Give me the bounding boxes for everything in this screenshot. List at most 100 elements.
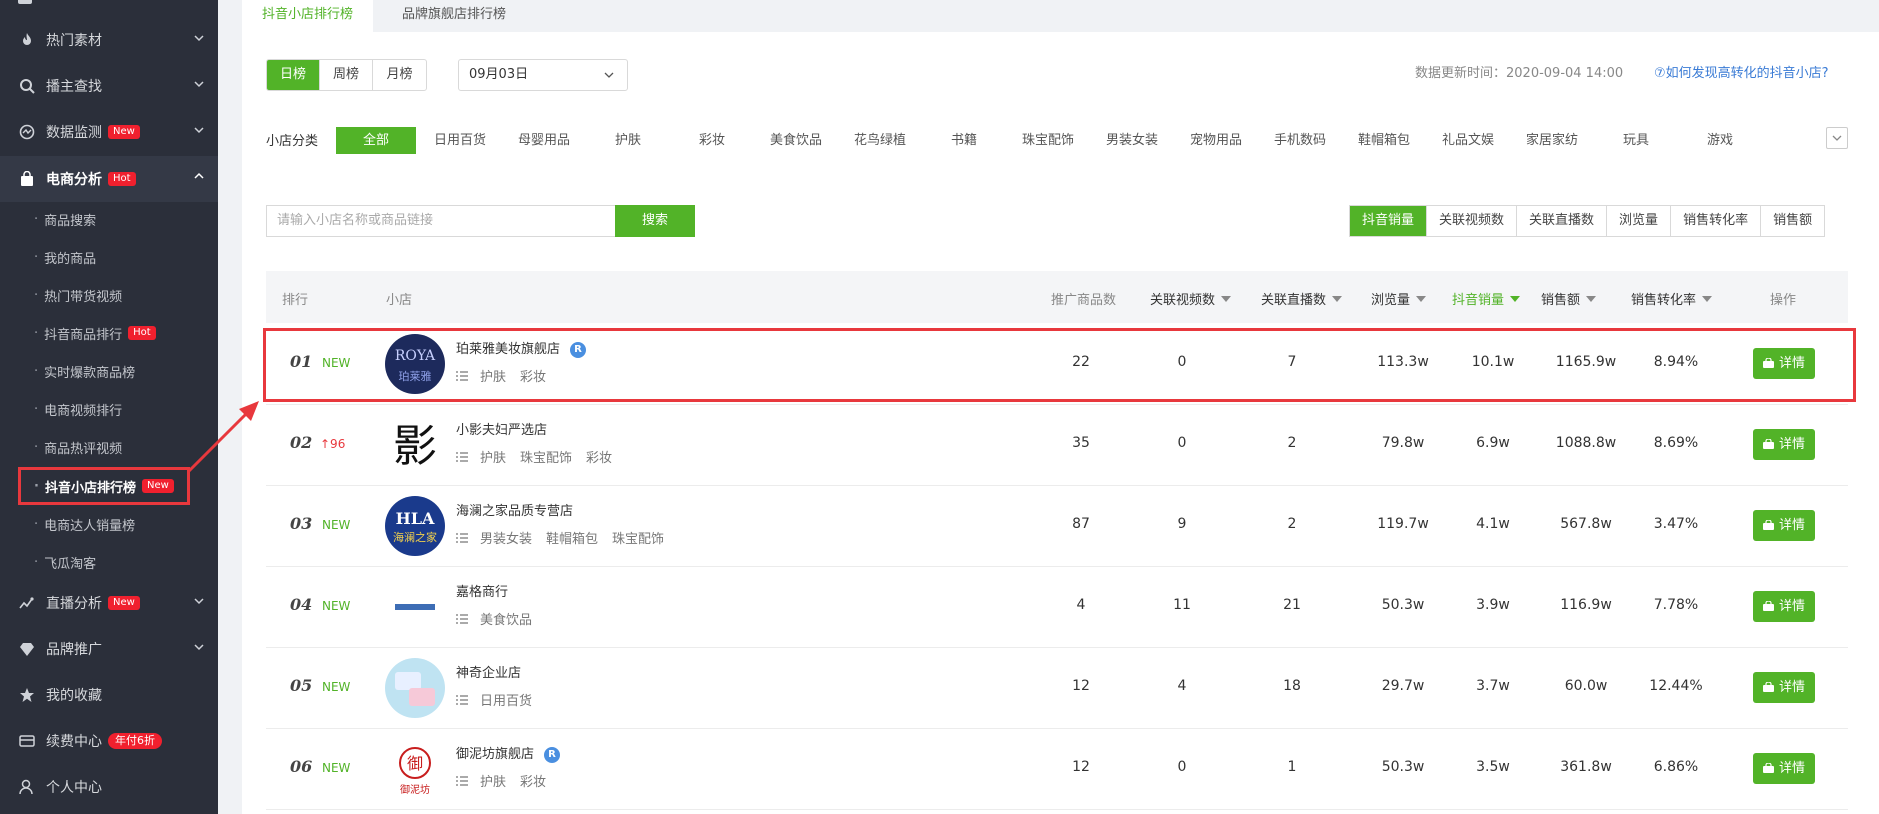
- col-conversion[interactable]: 销售转化率: [1631, 289, 1713, 308]
- sort-views[interactable]: 浏览量: [1607, 206, 1672, 236]
- category-3[interactable]: 护肤: [588, 127, 668, 154]
- category-9[interactable]: 男装女装: [1092, 127, 1172, 154]
- sub-feigua-taoke[interactable]: · 飞瓜淘客: [0, 543, 218, 581]
- nav-data-monitor[interactable]: 数据监测 New: [0, 110, 218, 154]
- col-sales[interactable]: 抖音销量: [1452, 289, 1521, 308]
- sort-revenue[interactable]: 销售额: [1761, 206, 1824, 236]
- search-button[interactable]: 搜索: [615, 205, 695, 237]
- help-link[interactable]: ⑦如何发现高转化的抖音小店?: [1654, 62, 1829, 81]
- category-tag: 护肤: [480, 775, 507, 790]
- detail-label: 详情: [1778, 437, 1805, 452]
- category-5[interactable]: 美食饮品: [756, 127, 836, 154]
- shop-logo[interactable]: [385, 577, 445, 637]
- col-revenue[interactable]: 销售额: [1541, 289, 1597, 308]
- col-lives[interactable]: 关联直播数: [1261, 289, 1343, 308]
- detail-button[interactable]: 详情: [1753, 753, 1815, 784]
- category-7[interactable]: 书籍: [924, 127, 1004, 154]
- sort-related-lives[interactable]: 关联直播数: [1517, 206, 1608, 236]
- category-8[interactable]: 珠宝配饰: [1008, 127, 1088, 154]
- detail-label: 详情: [1778, 599, 1805, 614]
- shop-logo[interactable]: 御御泥坊: [385, 739, 445, 799]
- nav-brand-promotion[interactable]: 品牌推广: [0, 627, 218, 671]
- highlight-box: [18, 467, 190, 505]
- sub-label: 抖音商品排行: [44, 327, 123, 343]
- sub-product-ranking[interactable]: · 抖音商品排行 Hot: [0, 314, 218, 352]
- tab-brand-flagship-ranking[interactable]: 品牌旗舰店排行榜: [382, 0, 526, 32]
- category-tag: 彩妆: [520, 775, 547, 790]
- nav-renewal-center[interactable]: 续费中心 年付6折: [0, 719, 218, 763]
- col-videos[interactable]: 关联视频数: [1150, 289, 1232, 308]
- category-11[interactable]: 手机数码: [1260, 127, 1340, 154]
- table-row[interactable]: 06 NEW 御御泥坊 御泥坊旗舰店 R 护肤 彩妆 12 0 1 50.3w 3.5w 361.8w 6…: [266, 729, 1848, 810]
- detail-button[interactable]: 详情: [1753, 429, 1815, 460]
- nav-label: 个人中心: [46, 780, 102, 796]
- nav-personal-center[interactable]: 个人中心: [0, 765, 218, 809]
- cell-sales: 3.7w: [1476, 678, 1510, 694]
- tab-douyin-shop-ranking[interactable]: 抖音小店排行榜: [242, 0, 374, 32]
- period-monthly[interactable]: 月榜: [373, 60, 426, 90]
- table-row[interactable]: 02 ↑96 影小影夫妇严选店 护肤 珠宝配饰 彩妆 35 0 2 79.8w 6.9w 1088.8…: [266, 405, 1848, 486]
- cell-sales: 6.9w: [1476, 435, 1510, 451]
- category-13[interactable]: 礼品文娱: [1428, 127, 1508, 154]
- nav-favorites[interactable]: 我的收藏: [0, 673, 218, 717]
- table-row[interactable]: 04 NEW 嘉格商行 美食饮品 4 11 21 50.3w 3.9w 116.9w 7.78% 详情: [266, 567, 1848, 648]
- period-selector: 日榜 周榜 月榜: [266, 59, 427, 91]
- nav-hot-material[interactable]: 热门素材: [0, 18, 218, 62]
- sub-realtime-hot[interactable]: · 实时爆款商品榜: [0, 352, 218, 390]
- cell-products: 12: [1072, 678, 1090, 694]
- cell-products: 12: [1072, 759, 1090, 775]
- shop-logo[interactable]: 影: [385, 415, 445, 475]
- sub-label: 我的商品: [44, 251, 97, 267]
- list-icon: [456, 614, 468, 624]
- detail-button[interactable]: 详情: [1753, 591, 1815, 622]
- category-10[interactable]: 宠物用品: [1176, 127, 1256, 154]
- category-0[interactable]: 全部: [336, 127, 416, 154]
- search-input[interactable]: 请输入小店名称或商品链接: [266, 205, 616, 237]
- shop-logo[interactable]: HLA 海澜之家: [385, 496, 445, 556]
- shop-tags: 美食饮品: [456, 609, 546, 628]
- shop-name[interactable]: 神奇企业店: [456, 662, 521, 681]
- sub-my-products[interactable]: · 我的商品: [0, 238, 218, 276]
- detail-button[interactable]: 详情: [1753, 510, 1815, 541]
- category-2[interactable]: 母婴用品: [504, 127, 584, 154]
- sub-hot-videos[interactable]: · 热门带货视频: [0, 276, 218, 314]
- nav-live-analysis[interactable]: 直播分析 New: [0, 581, 218, 625]
- table-row[interactable]: 03 NEW HLA 海澜之家 海澜之家品质专营店 男装女装 鞋帽箱包 珠宝配饰 87 9 2 119…: [266, 486, 1848, 567]
- shop-name[interactable]: 小影夫妇严选店: [456, 419, 547, 438]
- shop-tags: 护肤 珠宝配饰 彩妆: [456, 447, 626, 466]
- sub-influencer-sales[interactable]: · 电商达人销量榜: [0, 505, 218, 543]
- category-1[interactable]: 日用百货: [420, 127, 500, 154]
- date-select[interactable]: 09月03日: [458, 59, 628, 91]
- category-label: 小店分类: [266, 134, 319, 149]
- shop-name[interactable]: 海澜之家品质专营店: [456, 500, 573, 519]
- shop-name[interactable]: 嘉格商行: [456, 581, 508, 600]
- sort-conversion[interactable]: 销售转化率: [1671, 206, 1762, 236]
- shop-name[interactable]: 御泥坊旗舰店 R: [456, 743, 561, 763]
- shopping-bag-icon: [1762, 601, 1774, 611]
- category-12[interactable]: 鞋帽箱包: [1344, 127, 1424, 154]
- category-16[interactable]: 游戏: [1680, 127, 1760, 154]
- sort-caret-icon: [1416, 296, 1427, 302]
- period-weekly[interactable]: 周榜: [320, 60, 373, 90]
- category-expand-toggle[interactable]: [1826, 127, 1848, 149]
- detail-button[interactable]: 详情: [1753, 672, 1815, 703]
- sub-product-search[interactable]: · 商品搜索: [0, 200, 218, 238]
- period-daily[interactable]: 日榜: [267, 60, 320, 90]
- category-tag: 护肤: [480, 451, 507, 466]
- category-4[interactable]: 彩妆: [672, 127, 752, 154]
- nav-ecommerce-analysis[interactable]: 电商分析 Hot: [0, 156, 218, 202]
- col-views[interactable]: 浏览量: [1371, 289, 1427, 308]
- shop-logo[interactable]: [385, 658, 445, 718]
- category-6[interactable]: 花鸟绿植: [840, 127, 920, 154]
- cell-views: 50.3w: [1381, 597, 1425, 613]
- category-15[interactable]: 玩具: [1596, 127, 1676, 154]
- shopping-bag-icon: [18, 170, 36, 188]
- sort-related-videos[interactable]: 关联视频数: [1427, 206, 1518, 236]
- verified-badge: R: [544, 747, 561, 763]
- sort-douyin-sales[interactable]: 抖音销量: [1350, 206, 1428, 236]
- nav-anchor-search[interactable]: 播主查找: [0, 64, 218, 108]
- table-row[interactable]: 05 NEW 神奇企业店 日用百货 12 4 18 29.7w 3.7w 60.0w 12.44% 详…: [266, 648, 1848, 729]
- category-14[interactable]: 家居家纺: [1512, 127, 1592, 154]
- nav-label: 品牌推广: [46, 642, 102, 658]
- rank-number: 03: [290, 514, 313, 533]
